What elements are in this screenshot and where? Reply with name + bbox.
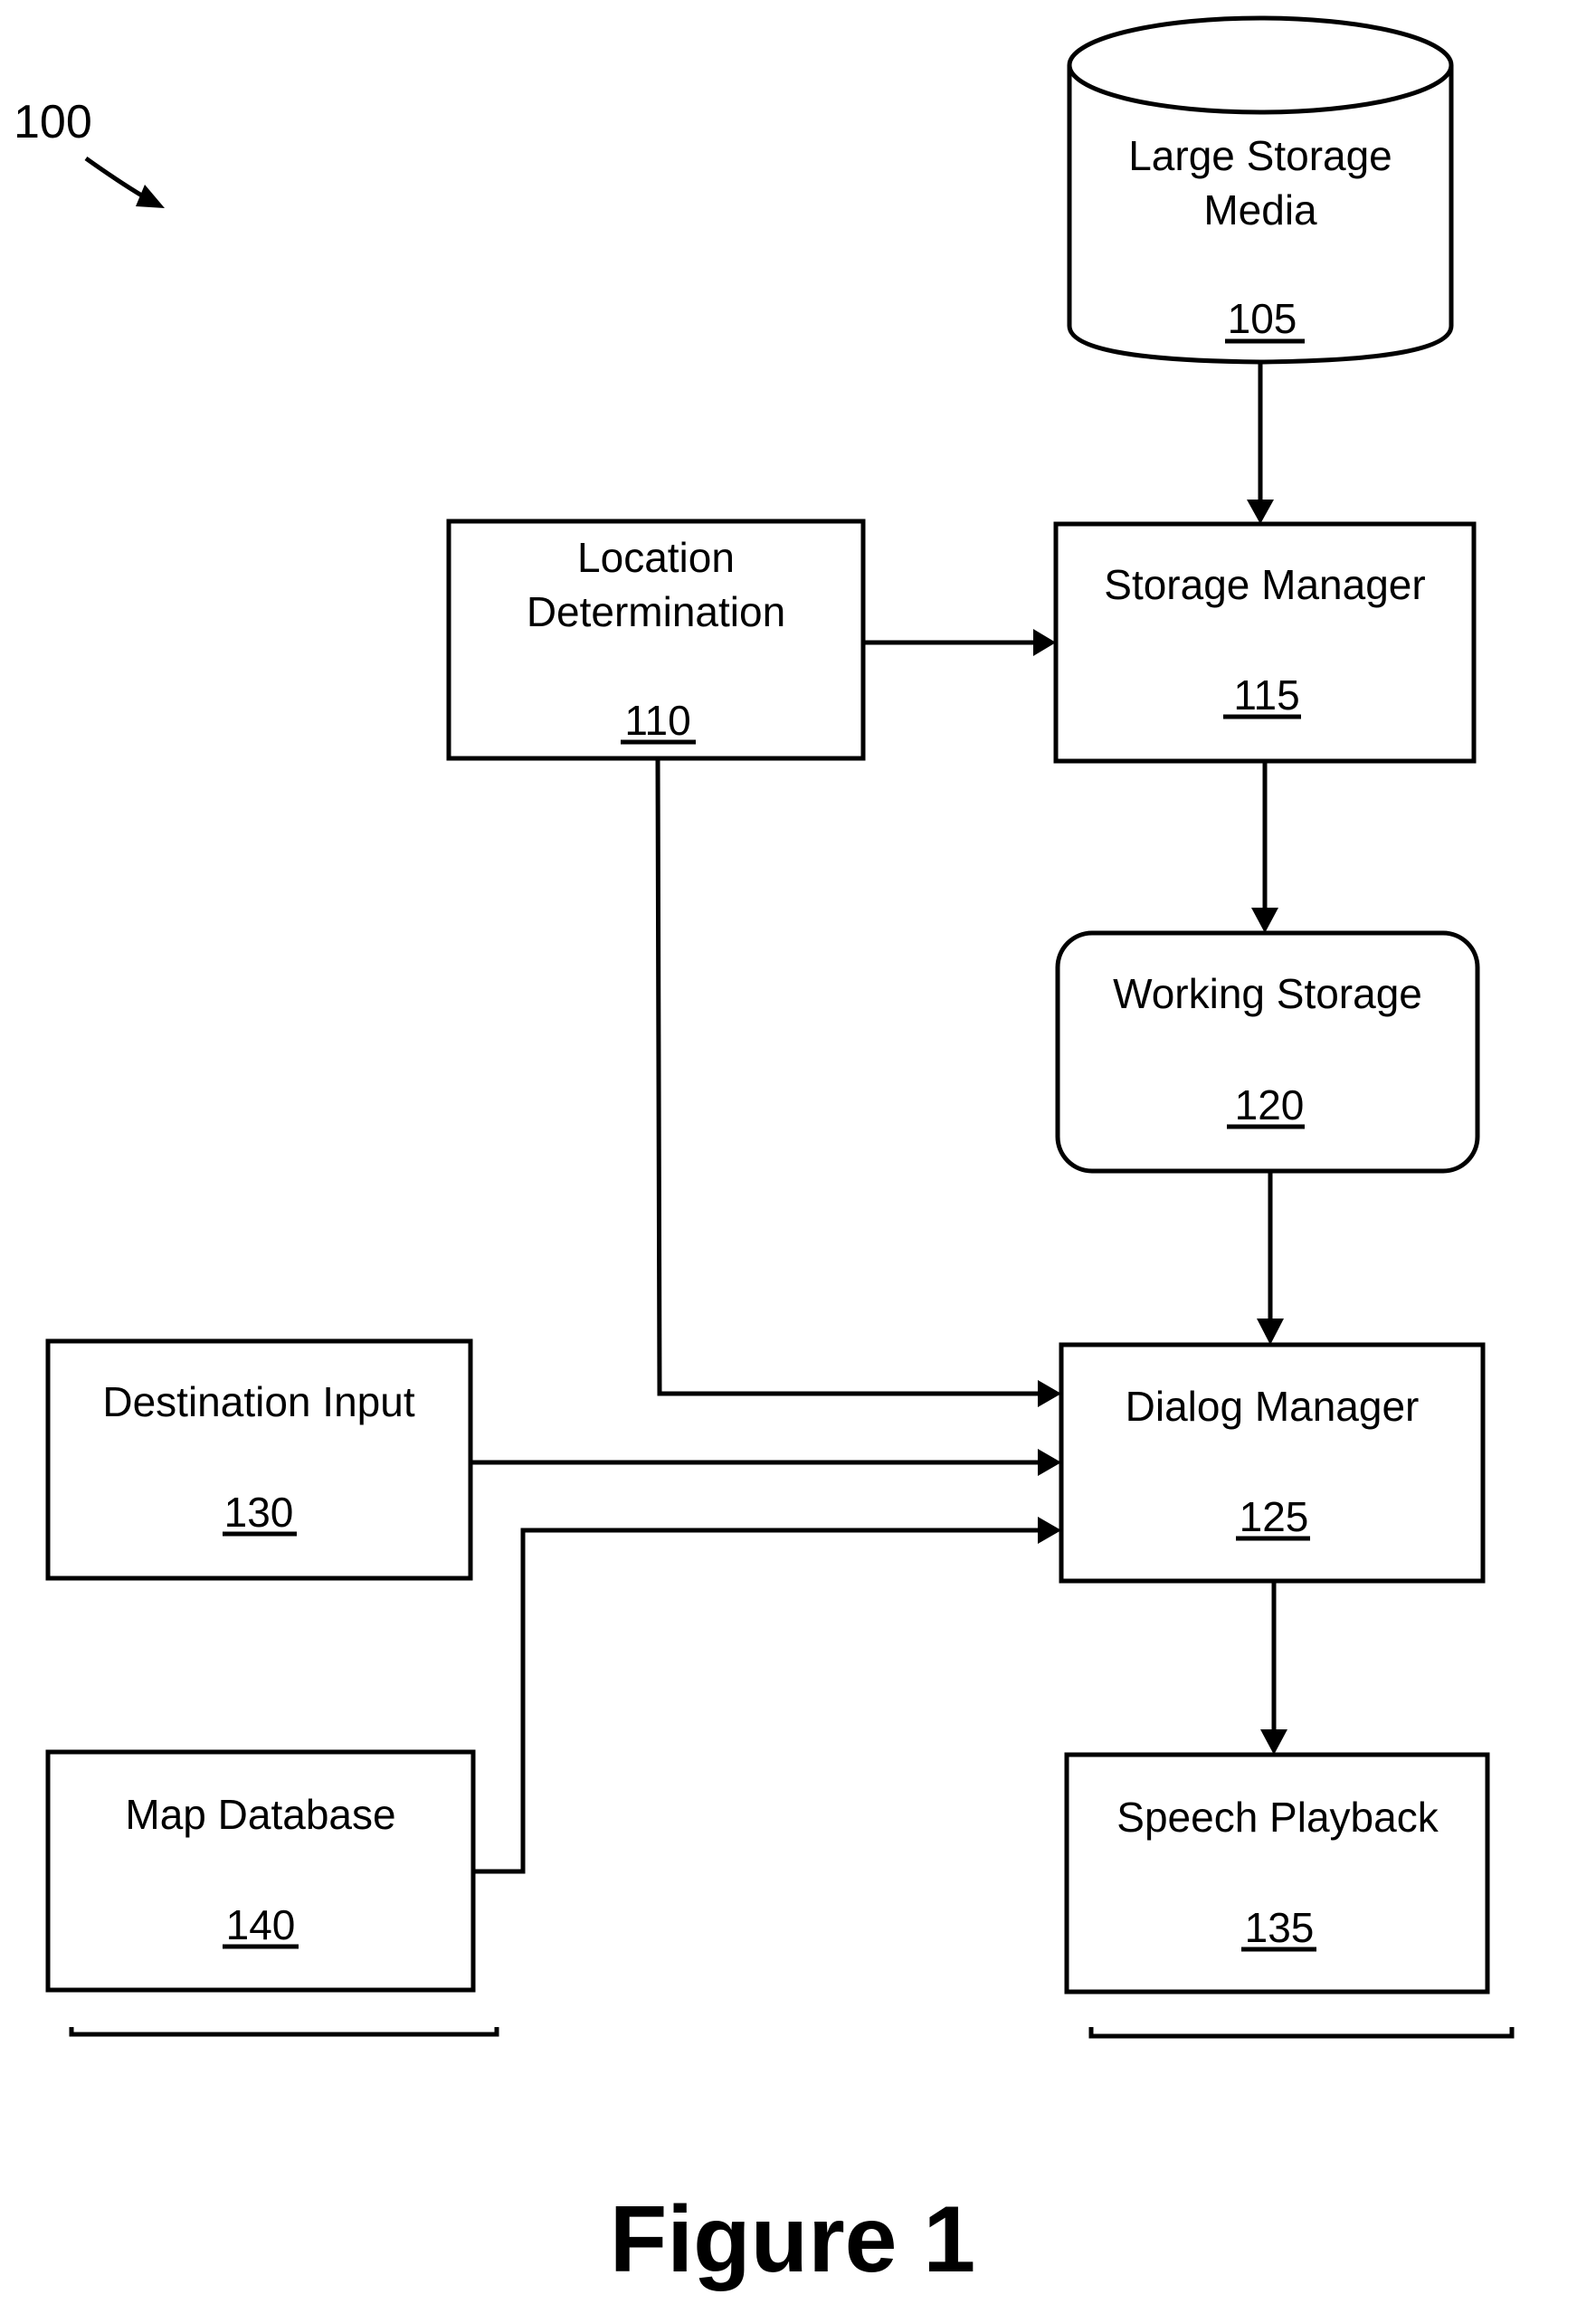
block-location-determination: Location Determination 110 [446, 519, 866, 761]
block-label: Determination [527, 588, 785, 635]
arrowhead-right-icon [1033, 629, 1056, 656]
block-speech-playback: Speech Playback 135 [1064, 1752, 1490, 1995]
system-block-diagram: 100 Large Storage Media 105 Location Det… [14, 15, 1515, 2292]
arrowhead-right-icon [1038, 1517, 1061, 1544]
block-large-storage-media: Large Storage Media 105 [1067, 15, 1454, 365]
block-number: 120 [1235, 1081, 1305, 1128]
block-map-database: Map Database 140 [45, 1749, 476, 1993]
block-storage-manager: Storage Manager 115 [1053, 521, 1477, 764]
arrowhead-right-icon [1038, 1449, 1061, 1476]
block-working-storage: Working Storage 120 [1055, 930, 1480, 1174]
arrowhead-down-icon [1260, 1729, 1287, 1755]
connector-125-to-135 [1260, 1581, 1287, 1755]
connector-130-to-125 [470, 1449, 1061, 1476]
block-number: 110 [624, 697, 690, 744]
block-label: Large Storage [1128, 132, 1392, 179]
block-number: 125 [1240, 1493, 1309, 1540]
figure-caption: Figure 1 [610, 2187, 976, 2292]
block-label: Media [1203, 186, 1317, 233]
connector-110-to-125 [655, 757, 1061, 1407]
arrowhead-down-icon [1247, 500, 1274, 524]
block-number: 130 [224, 1489, 294, 1536]
connector-105-to-115 [1247, 362, 1274, 524]
connector-115-to-120 [1251, 761, 1278, 933]
group-bracket-left [69, 2027, 499, 2037]
block-number: 115 [1233, 671, 1299, 719]
block-label: Map Database [125, 1791, 395, 1838]
arrowhead-right-icon [1038, 1380, 1061, 1407]
block-label: Dialog Manager [1126, 1383, 1420, 1430]
block-destination-input: Destination Input 130 [45, 1338, 473, 1581]
block-dialog-manager: Dialog Manager 125 [1059, 1342, 1486, 1584]
block-label: Location [577, 534, 735, 581]
arrowhead-down-icon [1257, 1319, 1284, 1345]
block-number: 105 [1228, 295, 1297, 342]
connector-140-to-125 [473, 1517, 1061, 1874]
block-label: Working Storage [1113, 970, 1422, 1017]
connector-110-to-115 [863, 629, 1056, 656]
block-number: 140 [226, 1901, 296, 1948]
group-bracket-right [1088, 2027, 1515, 2039]
arrowhead-down-icon [1251, 908, 1278, 933]
block-label: Destination Input [102, 1378, 414, 1425]
block-number: 135 [1245, 1904, 1315, 1951]
reference-pointer-arrow-icon [84, 156, 165, 208]
figure-reference-number: 100 [14, 96, 92, 148]
connector-120-to-125 [1257, 1171, 1284, 1345]
block-label: Speech Playback [1116, 1794, 1439, 1841]
block-label: Storage Manager [1104, 561, 1425, 608]
